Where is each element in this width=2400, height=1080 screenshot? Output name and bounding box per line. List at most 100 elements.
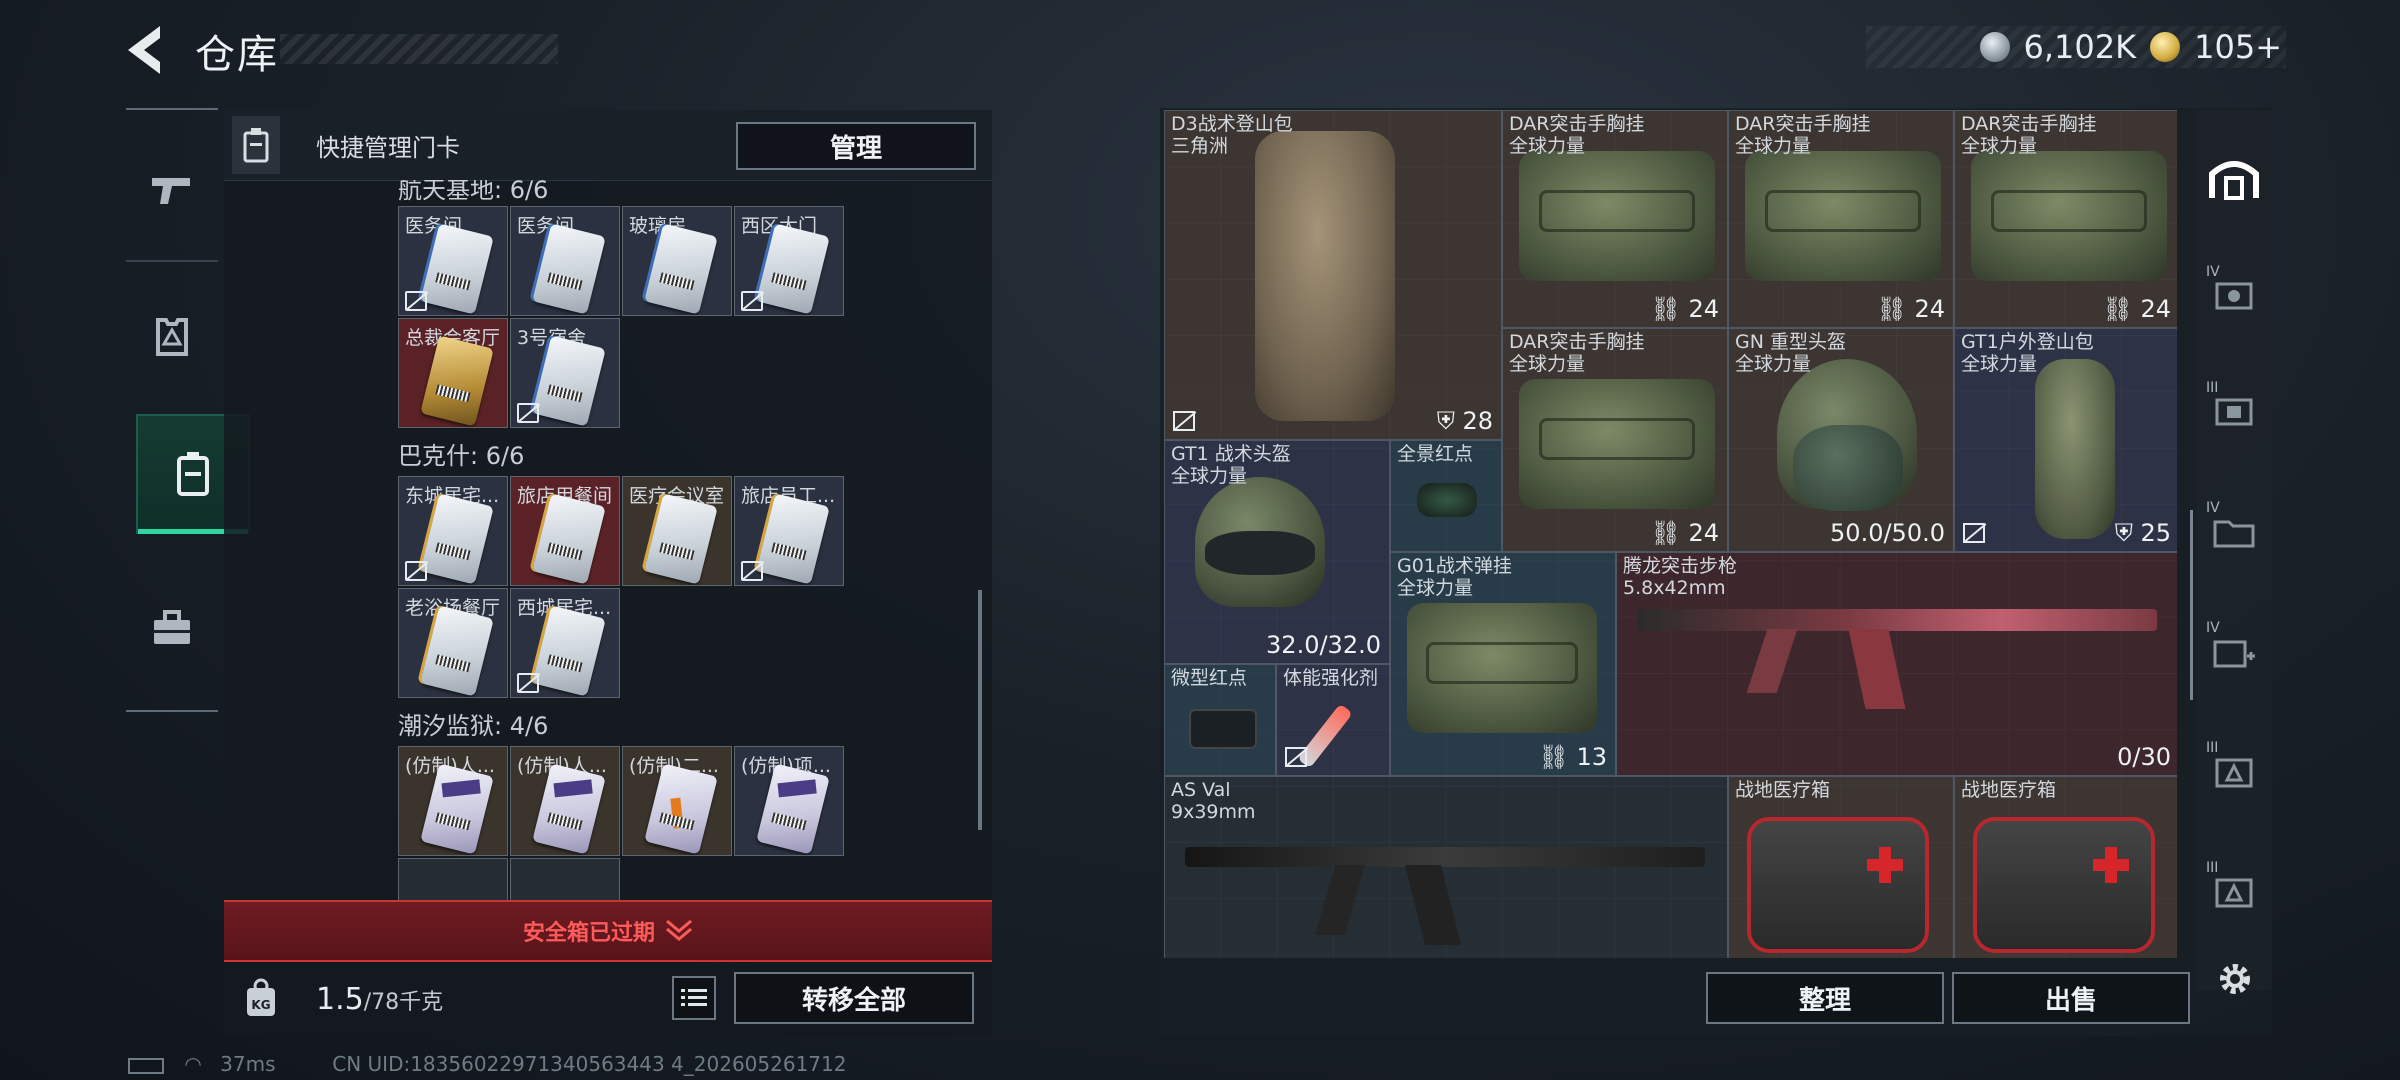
nav-container-3[interactable]: IV	[2200, 492, 2268, 572]
item-ammo: 0/30	[2117, 743, 2171, 771]
level-label: III	[2206, 860, 2219, 876]
keycard-scrollbar[interactable]	[978, 590, 982, 830]
item-name: GT1 战术头盔 全球力量	[1171, 443, 1291, 487]
sell-button[interactable]: 出售	[1952, 972, 2190, 1024]
backpack-image	[1255, 131, 1395, 421]
item-panoramic-reddot[interactable]: 全景红点	[1390, 440, 1502, 552]
keycard-item[interactable]: 医务间	[398, 206, 508, 316]
keycard-item[interactable]: 玻璃房	[622, 206, 732, 316]
vest-image	[1519, 151, 1715, 281]
keycard-item[interactable]: 旅店用餐间	[510, 476, 620, 586]
item-badge: ⛨ 28	[1436, 407, 1493, 435]
nav-container-4[interactable]: IV	[2200, 612, 2268, 692]
uid-text: CN UID:18356022971340563443 4_2026052617…	[332, 1052, 847, 1076]
item-as-val[interactable]: AS Val 9x39mm	[1164, 776, 1728, 958]
level-label: III	[2206, 380, 2219, 396]
item-gt1-backpack[interactable]: GT1户外登山包 全球力量 ⛨ 25	[1954, 328, 2177, 552]
item-dar-vest[interactable]: DAR突击手胸挂 全球力量 ⛓ 24	[1954, 110, 2177, 328]
rig-image	[1407, 603, 1597, 733]
page-title: 仓库	[195, 32, 279, 78]
battery-icon	[128, 1057, 164, 1074]
nav-container-2[interactable]: III	[2200, 372, 2268, 452]
item-gn-helmet[interactable]: GN 重型头盔 全球力量 50.0/50.0	[1728, 328, 1954, 552]
item-tenglong-rifle[interactable]: 腾龙突击步枪 5.8x42mm 0/30	[1616, 552, 2177, 776]
inventory-grid[interactable]: D3战术登山包 三角洲 ⛨ 28 DAR突击手胸挂 全球力量 ⛓ 24 DAR突击手…	[1164, 110, 2177, 958]
nav-container-5[interactable]: III	[2200, 732, 2268, 812]
grip-image	[1314, 865, 1366, 935]
section-title-bakhsh: 巴克什: 6/6	[398, 442, 525, 470]
item-dar-vest[interactable]: DAR突击手胸挂 全球力量 ⛓ 24	[1502, 328, 1728, 552]
item-durability: 32.0/32.0	[1266, 631, 1381, 659]
safebox-expired-banner[interactable]: 安全箱已过期	[224, 900, 992, 962]
item-micro-reddot[interactable]: 微型红点	[1164, 664, 1276, 776]
keycard-item[interactable]: 总裁会客厅	[398, 318, 508, 428]
nav-container-6[interactable]: III	[2200, 852, 2268, 932]
sort-button[interactable]: 整理	[1706, 972, 1944, 1024]
item-name: AS Val 9x39mm	[1171, 779, 1256, 823]
nav-weapon[interactable]	[136, 130, 208, 250]
item-badge: ⛓ 24	[1650, 295, 1719, 323]
item-dar-vest[interactable]: DAR突击手胸挂 全球力量 ⛓ 24	[1728, 110, 1954, 328]
back-button[interactable]	[120, 22, 170, 78]
nav-toolbox[interactable]	[136, 568, 208, 688]
warehouse-icon	[2209, 161, 2259, 200]
keycard-item[interactable]: 3号宿舍	[510, 318, 620, 428]
medkit-image	[1973, 817, 2155, 953]
nav-armor[interactable]	[136, 276, 208, 396]
keycard-item[interactable]: 医疗会议室	[622, 476, 732, 586]
item-name: DAR突击手胸挂 全球力量	[1735, 113, 1871, 157]
item-badge: ⛨ 25	[2114, 519, 2171, 547]
no-lock-icon	[517, 673, 539, 693]
item-badge: ⛓ 24	[2102, 295, 2171, 323]
container-nav-scrollbar[interactable]	[2190, 510, 2193, 700]
item-field-medkit[interactable]: 战地医疗箱	[1954, 776, 2177, 958]
no-lock-icon	[741, 561, 763, 581]
level-label: III	[2206, 740, 2219, 756]
transfer-all-button[interactable]: 转移全部	[734, 972, 974, 1024]
nav-warehouse[interactable]	[2200, 138, 2268, 218]
empty-slot[interactable]	[510, 858, 620, 900]
item-d3-backpack[interactable]: D3战术登山包 三角洲 ⛨ 28	[1164, 110, 1502, 440]
keycard-item[interactable]: 老浴场餐厅	[398, 588, 508, 698]
keycard-item[interactable]: 医务间	[510, 206, 620, 316]
no-lock-icon	[405, 561, 427, 581]
keycard-item[interactable]: 东城居宅...	[398, 476, 508, 586]
item-stim[interactable]: 体能强化剂	[1276, 664, 1390, 776]
keycard-item[interactable]: 西城居宅...	[510, 588, 620, 698]
keycard-item[interactable]: 西区大门	[734, 206, 844, 316]
level-label: IV	[2206, 500, 2220, 516]
item-name: GT1户外登山包 全球力量	[1961, 331, 2094, 375]
magazine-image	[1405, 865, 1461, 945]
folder-icon	[2213, 520, 2255, 548]
nav-divider	[126, 260, 218, 262]
empty-slot[interactable]	[398, 858, 508, 900]
weight-icon: KG	[236, 970, 286, 1026]
currency-bar: 6,102K 105+	[1866, 26, 2286, 68]
keycard-item[interactable]: (仿制)项...	[734, 746, 844, 856]
keycard-item[interactable]: (仿制)二...	[622, 746, 732, 856]
keycard-list[interactable]: 航天基地: 6/6 医务间 医务间 玻璃房 西区大门 总裁会客厅 3号宿舍 巴克…	[224, 180, 992, 900]
armor-icon	[156, 318, 188, 356]
nav-container-1[interactable]: IV	[2200, 256, 2268, 336]
keycard-item[interactable]: (仿制)人...	[510, 746, 620, 856]
item-name: 战地医疗箱	[1735, 779, 1831, 801]
container-icon	[2215, 398, 2253, 426]
item-name: G01战术弹挂 全球力量	[1397, 555, 1512, 599]
item-dar-vest[interactable]: DAR突击手胸挂 全球力量 ⛓ 24	[1502, 110, 1728, 328]
sight-image	[1189, 709, 1257, 749]
item-field-medkit[interactable]: 战地医疗箱	[1728, 776, 1954, 958]
keycard-item[interactable]: (仿制)人...	[398, 746, 508, 856]
item-name: 战地医疗箱	[1961, 779, 2057, 801]
weight-total: /78千克	[363, 990, 444, 1015]
item-g01-chest-rig[interactable]: G01战术弹挂 全球力量 ⛓ 13	[1390, 552, 1616, 776]
visor-image	[1793, 425, 1903, 511]
item-gt1-helmet[interactable]: GT1 战术头盔 全球力量 32.0/32.0	[1164, 440, 1390, 664]
level-label: IV	[2206, 620, 2220, 636]
keycard-item[interactable]: 旅店员工...	[734, 476, 844, 586]
svg-text:KG: KG	[251, 998, 270, 1012]
rifle-image	[1185, 847, 1705, 867]
manage-button[interactable]: 管理	[736, 122, 976, 170]
settings-button[interactable]	[2210, 954, 2260, 1004]
no-lock-icon	[405, 291, 427, 311]
list-view-button[interactable]	[672, 976, 716, 1020]
